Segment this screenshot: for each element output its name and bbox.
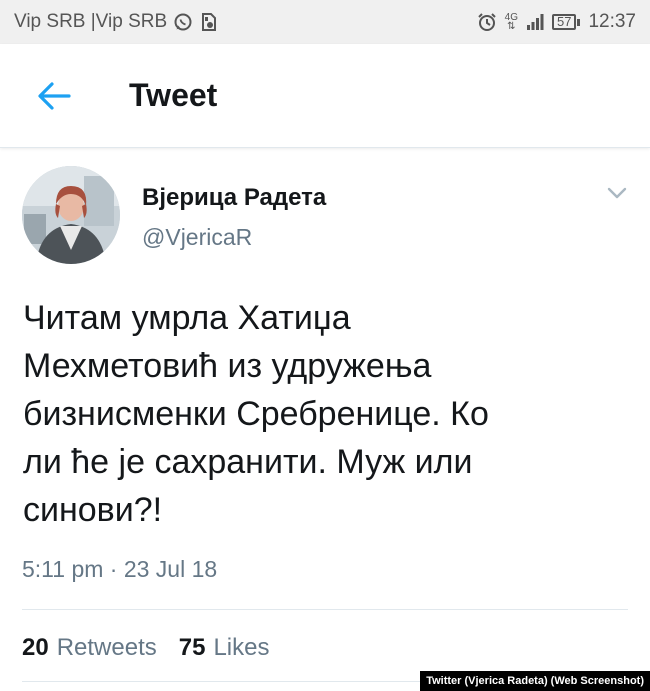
status-left: Vip SRB |Vip SRB (14, 11, 219, 33)
battery-tip (577, 18, 581, 26)
alarm-icon (477, 12, 497, 32)
tweet-text-line: Мехметовић из удружења (23, 347, 432, 385)
chevron-down-icon (607, 187, 627, 199)
arrow-left-icon (37, 81, 71, 111)
tweet-text-line: Читам умрла Хатиџа (23, 299, 351, 337)
likes-count: 75 (178, 634, 206, 661)
tweet-text: Читам умрла Хатиџа Мехметовић из удружењ… (23, 294, 623, 534)
whatsapp-icon (173, 12, 193, 32)
image-credit: Twitter (Vjerica Radeta) (Web Screenshot… (420, 671, 650, 691)
app-header: Tweet (0, 44, 650, 148)
author-handle[interactable]: @VjericaR (142, 224, 252, 251)
tweet-timestamp: 5:11 pm · 23 Jul 18 (22, 556, 218, 582)
network-type-label: 4G ⇅ (505, 13, 518, 32)
retweets-stat[interactable]: 20 Retweets (22, 634, 157, 662)
tweet-text-line: ли ће је сахранити. Муж или (23, 443, 473, 481)
clock: 12:37 (588, 11, 636, 32)
likes-label: Likes (213, 634, 270, 661)
likes-stat[interactable]: 75 Likes (179, 634, 270, 662)
tweet-options-button[interactable] (603, 182, 631, 204)
sim-settings-icon (199, 12, 219, 32)
tweet-text-line: синови?! (23, 491, 163, 529)
carrier-label: Vip SRB |Vip SRB (14, 11, 168, 32)
network-type-bottom: ⇅ (507, 21, 516, 32)
retweets-count: 20 (22, 634, 49, 661)
divider (22, 609, 628, 610)
battery-icon: 57 (551, 14, 581, 30)
signal-icon (526, 13, 544, 31)
back-button[interactable] (27, 69, 81, 123)
tweet-text-line: бизнисменки Сребренице. Ко (23, 395, 489, 433)
battery-level: 57 (551, 14, 577, 30)
retweets-label: Retweets (56, 634, 157, 661)
tweet-stats: 20 Retweets 75 Likes (22, 634, 269, 662)
status-right: 4G ⇅ 57 12:37 (477, 11, 636, 33)
status-bar: Vip SRB |Vip SRB 4G ⇅ 57 12:37 (0, 0, 650, 44)
page-title: Tweet (129, 77, 218, 113)
avatar[interactable] (22, 166, 120, 264)
author-name[interactable]: Вјерица Радета (142, 184, 326, 212)
